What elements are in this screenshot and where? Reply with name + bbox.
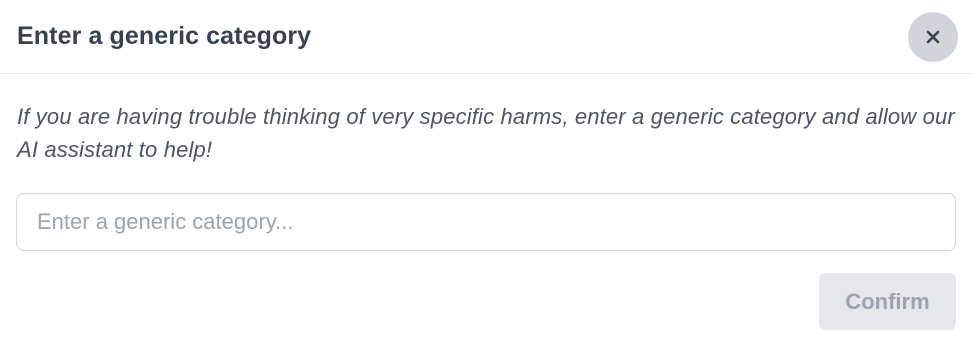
modal-footer: Confirm <box>819 273 956 330</box>
generic-category-input[interactable] <box>16 193 956 251</box>
generic-category-modal: Enter a generic category If you are havi… <box>0 0 972 348</box>
close-icon <box>926 30 940 44</box>
modal-title: Enter a generic category <box>17 22 312 50</box>
confirm-button[interactable]: Confirm <box>819 273 956 330</box>
close-button[interactable] <box>908 11 958 62</box>
description-text: If you are having trouble thinking of ve… <box>17 104 955 162</box>
modal-body: If you are having trouble thinking of ve… <box>0 74 972 251</box>
modal-header: Enter a generic category <box>0 0 972 74</box>
